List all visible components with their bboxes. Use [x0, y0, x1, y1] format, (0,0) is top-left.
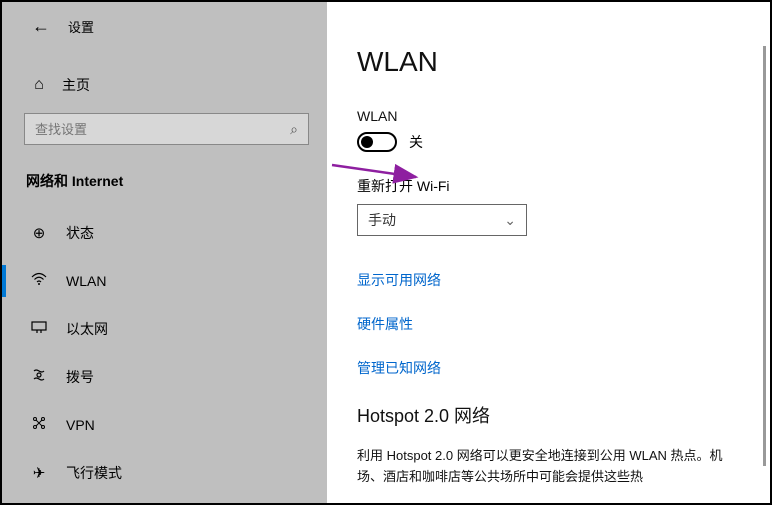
nav-item-airplane[interactable]: ✈ 飞行模式: [2, 449, 327, 497]
nav-label: VPN: [66, 417, 95, 433]
nav-label: 状态: [66, 223, 94, 243]
home-nav[interactable]: ⌂ 主页: [2, 37, 327, 95]
vpn-icon: [30, 415, 48, 435]
hotspot-heading: Hotspot 2.0 网络: [357, 402, 770, 428]
wifi-icon: [30, 271, 48, 291]
chevron-down-icon: ⌄: [504, 212, 516, 229]
app-title: 设置: [68, 17, 94, 36]
search-input-wrap[interactable]: ⌕: [24, 113, 309, 145]
sidebar-header: ← 设置: [2, 2, 327, 37]
nav-label: 飞行模式: [66, 463, 122, 483]
dropdown-value: 手动: [368, 210, 396, 230]
nav-label: WLAN: [66, 273, 106, 289]
scrollbar[interactable]: [763, 46, 766, 466]
reconnect-dropdown[interactable]: 手动 ⌄: [357, 204, 527, 236]
search-icon: ⌕: [290, 121, 298, 138]
airplane-icon: ✈: [30, 464, 48, 482]
section-title: 网络和 Internet: [2, 145, 327, 191]
back-icon[interactable]: ←: [32, 16, 50, 37]
link-show-networks[interactable]: 显示可用网络: [357, 270, 770, 290]
nav-item-ethernet[interactable]: 以太网: [2, 305, 327, 353]
nav-label: 以太网: [66, 319, 108, 339]
nav-item-dialup[interactable]: 拨号: [2, 353, 327, 401]
sidebar: ← 设置 ⌂ 主页 ⌕ 网络和 Internet ⊕ 状态 WLAN: [2, 2, 327, 503]
wlan-toggle-row: 关: [357, 132, 770, 152]
link-manage-known[interactable]: 管理已知网络: [357, 358, 770, 378]
link-hardware-props[interactable]: 硬件属性: [357, 314, 770, 334]
status-icon: ⊕: [30, 224, 48, 242]
settings-window: ← 设置 ⌂ 主页 ⌕ 网络和 Internet ⊕ 状态 WLAN: [0, 0, 772, 505]
links-group: 显示可用网络 硬件属性 管理已知网络: [357, 270, 770, 378]
wlan-toggle[interactable]: [357, 132, 397, 152]
nav-item-wlan[interactable]: WLAN: [2, 257, 327, 305]
home-label: 主页: [62, 75, 90, 95]
wlan-toggle-state: 关: [409, 132, 423, 152]
page-heading: WLAN: [357, 46, 770, 78]
reconnect-label: 重新打开 Wi-Fi: [357, 176, 770, 196]
nav-item-vpn[interactable]: VPN: [2, 401, 327, 449]
nav-list: ⊕ 状态 WLAN 以太网 拨号: [2, 209, 327, 497]
search-input[interactable]: [35, 122, 290, 137]
ethernet-icon: [30, 319, 48, 339]
home-icon: ⌂: [30, 76, 48, 94]
nav-item-status[interactable]: ⊕ 状态: [2, 209, 327, 257]
nav-label: 拨号: [66, 367, 94, 387]
dialup-icon: [30, 367, 48, 387]
toggle-knob: [361, 136, 373, 148]
hotspot-body: 利用 Hotspot 2.0 网络可以更安全地连接到公用 WLAN 热点。机场、…: [357, 446, 737, 488]
wlan-toggle-label: WLAN: [357, 108, 770, 124]
content-pane: WLAN WLAN 关 重新打开 Wi-Fi 手动 ⌄ 显示可用网络 硬件属性 …: [327, 2, 770, 503]
